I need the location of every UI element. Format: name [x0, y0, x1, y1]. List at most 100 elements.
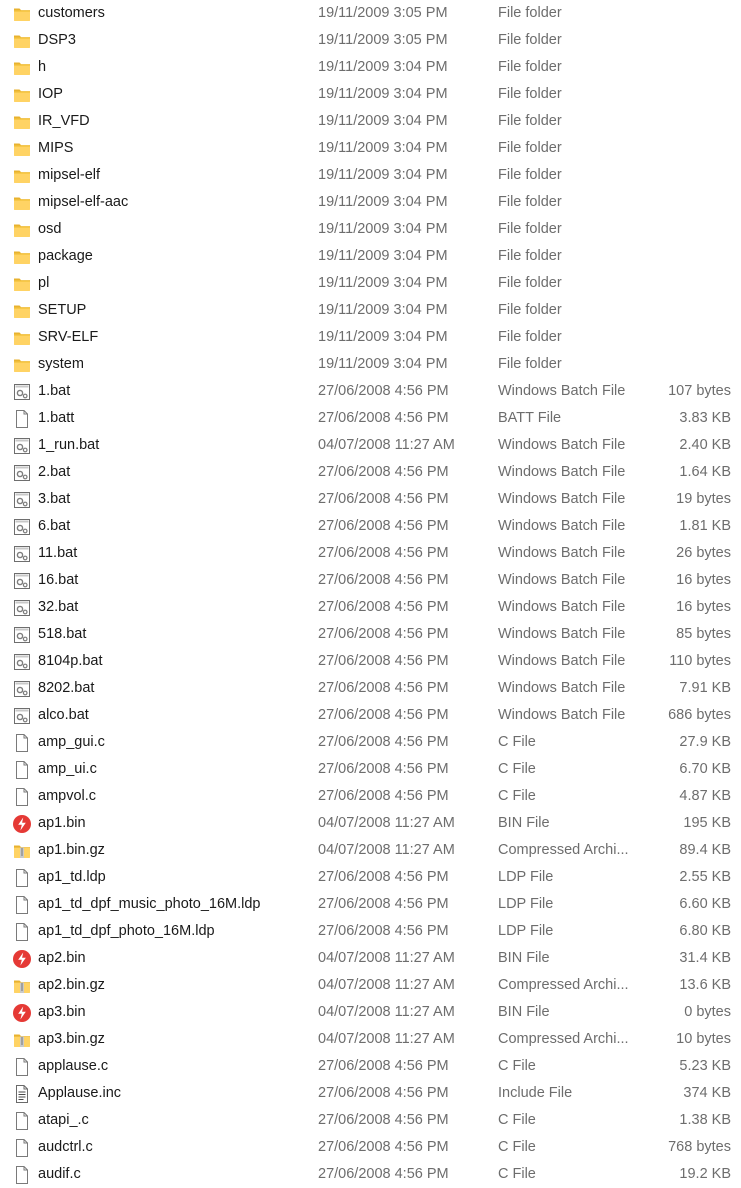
file-row[interactable]: SRV-ELF 19/11/2009 3:04 PM File folder — [0, 324, 741, 351]
file-size: 27.9 KB — [679, 734, 731, 750]
file-list: customers 19/11/2009 3:05 PM File folder DS… — [0, 0, 741, 1188]
file-name: audctrl.c — [38, 1139, 93, 1155]
file-row[interactable]: ap1.bin 04/07/2008 11:27 AM BIN File 195 KB — [0, 810, 741, 837]
file-row[interactable]: IR_VFD 19/11/2009 3:04 PM File folder — [0, 108, 741, 135]
file-row[interactable]: osd 19/11/2009 3:04 PM File folder — [0, 216, 741, 243]
file-size: 19.2 KB — [679, 1166, 731, 1182]
date-modified: 04/07/2008 11:27 AM — [318, 815, 455, 831]
file-row[interactable]: system 19/11/2009 3:04 PM File folder — [0, 351, 741, 378]
blank-file-icon — [12, 1057, 32, 1077]
file-row[interactable]: ap3.bin 04/07/2008 11:27 AM BIN File 0 byte… — [0, 999, 741, 1026]
file-type: File folder — [498, 167, 562, 183]
file-name: ap3.bin — [38, 1004, 86, 1020]
file-size: 2.40 KB — [679, 437, 731, 453]
file-name: mipsel-elf-aac — [38, 194, 129, 210]
file-row[interactable]: ap1_td_dpf_music_photo_16M.ldp 27/06/2008… — [0, 891, 741, 918]
file-row[interactable]: customers 19/11/2009 3:05 PM File folder — [0, 0, 741, 27]
file-name: 3.bat — [38, 491, 71, 507]
batch-file-icon — [12, 571, 32, 591]
file-row[interactable]: package 19/11/2009 3:04 PM File folder — [0, 243, 741, 270]
file-row[interactable]: pl 19/11/2009 3:04 PM File folder — [0, 270, 741, 297]
date-modified: 27/06/2008 4:56 PM — [318, 1166, 449, 1182]
file-row[interactable]: DSP3 19/11/2009 3:05 PM File folder — [0, 27, 741, 54]
file-size: 26 bytes — [676, 545, 731, 561]
folder-icon — [12, 4, 32, 24]
text-file-icon — [12, 1084, 32, 1104]
file-name: ap1.bin.gz — [38, 842, 105, 858]
file-row[interactable]: 1_run.bat 04/07/2008 11:27 AM Windows Batc… — [0, 432, 741, 459]
file-type: File folder — [498, 248, 562, 264]
file-row[interactable]: mipsel-elf-aac 19/11/2009 3:04 PM File fol… — [0, 189, 741, 216]
date-modified: 19/11/2009 3:04 PM — [318, 329, 448, 345]
file-type: Windows Batch File — [498, 464, 626, 480]
file-name: customers — [38, 5, 105, 21]
file-type: File folder — [498, 86, 562, 102]
file-row[interactable]: audctrl.c 27/06/2008 4:56 PM C File 768 byt… — [0, 1134, 741, 1161]
file-row[interactable]: ap2.bin.gz 04/07/2008 11:27 AM Compressed … — [0, 972, 741, 999]
archive-file-icon — [12, 841, 32, 861]
file-row[interactable]: ap3.bin.gz 04/07/2008 11:27 AM Compressed … — [0, 1026, 741, 1053]
file-row[interactable]: Applause.inc 27/06/2008 4:56 PM Include Fi… — [0, 1080, 741, 1107]
file-size: 1.38 KB — [679, 1112, 731, 1128]
file-name: 1.batt — [38, 410, 75, 426]
file-name: 32.bat — [38, 599, 79, 615]
file-type: Windows Batch File — [498, 518, 626, 534]
file-row[interactable]: SETUP 19/11/2009 3:04 PM File folder — [0, 297, 741, 324]
file-name: alco.bat — [38, 707, 89, 723]
file-row[interactable]: audif.c 27/06/2008 4:56 PM C File 19.2 KB — [0, 1161, 741, 1188]
batch-file-icon — [12, 706, 32, 726]
file-row[interactable]: h 19/11/2009 3:04 PM File folder — [0, 54, 741, 81]
file-row[interactable]: ampvol.c 27/06/2008 4:56 PM C File 4.87 KB — [0, 783, 741, 810]
bin-file-icon — [12, 1003, 32, 1023]
file-row[interactable]: 3.bat 27/06/2008 4:56 PM Windows Batch Fil… — [0, 486, 741, 513]
date-modified: 19/11/2009 3:05 PM — [318, 5, 448, 21]
file-row[interactable]: 6.bat 27/06/2008 4:56 PM Windows Batch Fil… — [0, 513, 741, 540]
folder-icon — [12, 328, 32, 348]
file-row[interactable]: ap1.bin.gz 04/07/2008 11:27 AM Compressed … — [0, 837, 741, 864]
batch-file-icon — [12, 490, 32, 510]
date-modified: 04/07/2008 11:27 AM — [318, 437, 455, 453]
blank-file-icon — [12, 868, 32, 888]
batch-file-icon — [12, 652, 32, 672]
file-row[interactable]: 518.bat 27/06/2008 4:56 PM Windows Batch F… — [0, 621, 741, 648]
file-row[interactable]: IOP 19/11/2009 3:04 PM File folder — [0, 81, 741, 108]
blank-file-icon — [12, 760, 32, 780]
file-row[interactable]: ap2.bin 04/07/2008 11:27 AM BIN File 31.4 K… — [0, 945, 741, 972]
file-type: C File — [498, 1058, 536, 1074]
file-row[interactable]: ap1_td_dpf_photo_16M.ldp 27/06/2008 4:56 … — [0, 918, 741, 945]
file-row[interactable]: 8104p.bat 27/06/2008 4:56 PM Windows Batch… — [0, 648, 741, 675]
file-row[interactable]: 2.bat 27/06/2008 4:56 PM Windows Batch Fil… — [0, 459, 741, 486]
date-modified: 27/06/2008 4:56 PM — [318, 491, 449, 507]
file-name: Applause.inc — [38, 1085, 122, 1101]
file-type: File folder — [498, 275, 562, 291]
file-row[interactable]: 11.bat 27/06/2008 4:56 PM Windows Batch Fi… — [0, 540, 741, 567]
blank-file-icon — [12, 787, 32, 807]
file-row[interactable]: amp_ui.c 27/06/2008 4:56 PM C File 6.70 KB — [0, 756, 741, 783]
file-type: File folder — [498, 113, 562, 129]
file-row[interactable]: atapi_.c 27/06/2008 4:56 PM C File 1.38 KB — [0, 1107, 741, 1134]
file-row[interactable]: mipsel-elf 19/11/2009 3:04 PM File folder — [0, 162, 741, 189]
file-row[interactable]: 8202.bat 27/06/2008 4:56 PM Windows Batch … — [0, 675, 741, 702]
date-modified: 19/11/2009 3:04 PM — [318, 140, 448, 156]
file-row[interactable]: alco.bat 27/06/2008 4:56 PM Windows Batch … — [0, 702, 741, 729]
file-row[interactable]: 1.bat 27/06/2008 4:56 PM Windows Batch Fil… — [0, 378, 741, 405]
file-row[interactable]: 16.bat 27/06/2008 4:56 PM Windows Batch Fi… — [0, 567, 741, 594]
file-size: 13.6 KB — [679, 977, 731, 993]
file-row[interactable]: 32.bat 27/06/2008 4:56 PM Windows Batch Fi… — [0, 594, 741, 621]
file-row[interactable]: 1.batt 27/06/2008 4:56 PM BATT File 3.83 KB — [0, 405, 741, 432]
file-row[interactable]: applause.c 27/06/2008 4:56 PM C File 5.23 K… — [0, 1053, 741, 1080]
file-size: 5.23 KB — [679, 1058, 731, 1074]
file-type: LDP File — [498, 923, 554, 939]
date-modified: 27/06/2008 4:56 PM — [318, 1139, 449, 1155]
batch-file-icon — [12, 436, 32, 456]
file-type: C File — [498, 734, 536, 750]
file-row[interactable]: MIPS 19/11/2009 3:04 PM File folder — [0, 135, 741, 162]
file-row[interactable]: amp_gui.c 27/06/2008 4:56 PM C File 27.9 KB — [0, 729, 741, 756]
date-modified: 27/06/2008 4:56 PM — [318, 1112, 449, 1128]
file-row[interactable]: ap1_td.ldp 27/06/2008 4:56 PM LDP File 2.55… — [0, 864, 741, 891]
date-modified: 27/06/2008 4:56 PM — [318, 1085, 449, 1101]
folder-icon — [12, 247, 32, 267]
date-modified: 19/11/2009 3:05 PM — [318, 32, 448, 48]
file-type: File folder — [498, 221, 562, 237]
bin-file-icon — [12, 814, 32, 834]
